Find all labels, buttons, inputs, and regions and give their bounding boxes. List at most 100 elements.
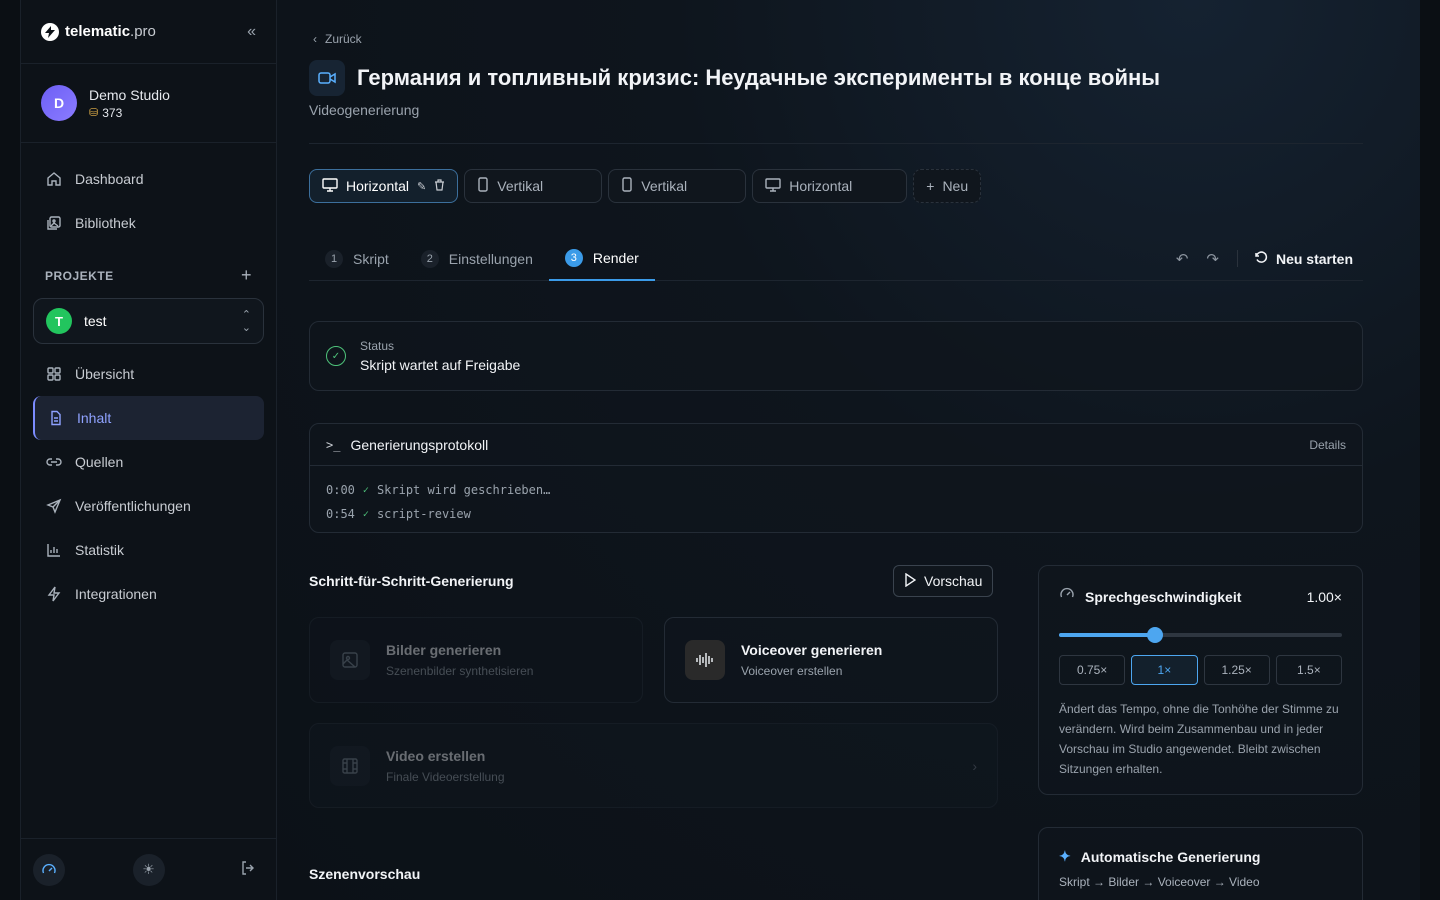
format-tabs: Horizontal ✎ Vertikal Vertikal Horizonta… [309, 169, 982, 203]
log-details-link[interactable]: Details [1309, 438, 1346, 452]
theme-toggle-sun-icon[interactable]: ☀ [132, 853, 165, 886]
brand-logo[interactable]: telematic .pro [41, 22, 156, 41]
restart-button[interactable]: Neu starten [1236, 250, 1353, 267]
header-divider [309, 143, 1363, 144]
sidebar-item-statistik[interactable]: Statistik [33, 528, 264, 572]
plus-icon: + [926, 178, 935, 194]
speed-description: Ändert das Tempo, ohne die Tonhöhe der S… [1059, 702, 1339, 776]
send-icon [45, 497, 63, 515]
chevron-left-icon: ‹ [313, 32, 317, 46]
status-value: Skript wartet auf Freigabe [360, 357, 521, 373]
step-number: 2 [420, 249, 439, 268]
studio-switcher[interactable]: D Demo Studio ⛁ 373 [21, 64, 276, 143]
logout-icon[interactable] [232, 860, 264, 879]
format-tab-vertikal-1[interactable]: Vertikal [464, 169, 603, 203]
phone-icon [621, 177, 633, 195]
auto-generation-card[interactable]: ✦ Automatische Generierung Skript → Bild… [1038, 827, 1363, 900]
speed-options: 0.75× 1× 1.25× 1.5× [1059, 655, 1342, 685]
sidebar-item-label: Quellen [75, 454, 124, 470]
redo-icon[interactable]: ↷ [1206, 250, 1219, 268]
projects-label: PROJEKTE [45, 268, 114, 283]
back-link[interactable]: ‹ Zurück [313, 32, 362, 46]
project-name: test [84, 313, 107, 329]
speed-option-1[interactable]: 1× [1131, 655, 1198, 685]
chevron-right-icon: › [972, 757, 977, 774]
slider-thumb[interactable] [1147, 627, 1164, 643]
create-video-card[interactable]: Video erstellen Finale Videoerstellung › [309, 723, 998, 808]
auto-sub: Skript → Bilder → Voiceover → Video [1059, 875, 1260, 889]
sidebar-item-bibliothek[interactable]: Bibliothek [33, 201, 264, 245]
tab-skript[interactable]: 1 Skript [309, 237, 405, 281]
generate-images-card[interactable]: Bilder generieren Szenenbilder synthetis… [309, 617, 643, 703]
add-format-button[interactable]: + Neu [913, 169, 982, 203]
credits-count: 373 [102, 105, 123, 120]
format-label: Vertikal [497, 178, 544, 194]
monitor-icon [765, 177, 781, 195]
speed-option-125[interactable]: 1.25× [1203, 655, 1270, 685]
speed-slider[interactable] [1059, 627, 1342, 643]
sidebar-item-integrationen[interactable]: Integrationen [33, 572, 264, 616]
terminal-icon: >_ [326, 437, 341, 452]
window-edge-right [1420, 0, 1440, 900]
sidebar-item-uebersicht[interactable]: Übersicht [33, 352, 264, 396]
sidebar-item-quellen[interactable]: Quellen [33, 440, 264, 484]
sidebar-item-label: Integrationen [75, 586, 157, 602]
collapse-sidebar-icon[interactable]: « [247, 23, 256, 41]
back-label: Zurück [325, 32, 362, 46]
preview-button[interactable]: Vorschau [893, 565, 994, 597]
format-tab-horizontal-2[interactable]: Horizontal [752, 169, 908, 203]
image-icon [330, 640, 370, 680]
trash-icon[interactable] [434, 178, 445, 194]
gen-sub: Finale Videoerstellung [386, 769, 505, 784]
sparkles-icon: ✦ [1059, 848, 1071, 864]
sidebar-item-inhalt[interactable]: Inhalt [33, 396, 264, 440]
bolt-logo-icon [41, 22, 59, 41]
speed-option-075[interactable]: 0.75× [1059, 655, 1126, 685]
step-label: Render [592, 249, 639, 266]
sidebar-item-veroeffentlichungen[interactable]: Veröffentlichungen [33, 484, 264, 528]
link-icon [45, 453, 63, 471]
logo-row: telematic .pro « [21, 0, 276, 64]
grid-icon [45, 365, 63, 383]
format-tab-vertikal-2[interactable]: Vertikal [608, 169, 747, 203]
format-label: Horizontal [789, 178, 853, 194]
project-select[interactable]: T test ⌃ ⌄ [33, 298, 264, 344]
check-icon: ✓ [362, 508, 369, 520]
monitor-icon [322, 177, 338, 195]
gen-title: Voiceover generieren [741, 642, 883, 658]
library-icon [45, 214, 63, 232]
project-avatar: T [46, 308, 72, 334]
log-text: Skript wird geschrieben… [376, 483, 551, 497]
undo-icon[interactable]: ↶ [1176, 250, 1189, 268]
tab-einstellungen[interactable]: 2 Einstellungen [405, 237, 549, 281]
projects-section-label: PROJEKTE + [33, 245, 264, 292]
add-project-icon[interactable]: + [241, 265, 252, 286]
speed-option-15[interactable]: 1.5× [1275, 655, 1342, 685]
studio-name: Demo Studio [89, 86, 170, 103]
restart-label: Neu starten [1275, 250, 1353, 267]
log-line: 0:54 ✓ script-review [326, 502, 1346, 526]
check-circle-icon: ✓ [326, 346, 346, 366]
format-tab-horizontal-1[interactable]: Horizontal ✎ [309, 169, 459, 203]
title-row: Германия и топливный кризис: Неудачные э… [309, 60, 1160, 96]
play-icon [904, 572, 917, 590]
step-actions: ↶ ↷ Neu starten [1176, 250, 1363, 268]
chevron-updown-icon: ⌃ ⌄ [241, 309, 251, 334]
video-camera-icon [309, 60, 345, 96]
home-icon [45, 170, 63, 188]
sidebar-item-dashboard[interactable]: Dashboard [33, 157, 264, 201]
log-lines: 0:00 ✓ Skript wird geschrieben… 0:54 ✓ s… [310, 466, 1362, 538]
gauge-icon[interactable] [33, 853, 65, 886]
gauge-icon [1059, 586, 1075, 607]
window-edge-left [0, 0, 20, 900]
step-tabs: 1 Skript 2 Einstellungen 3 Render ↶ ↷ Ne… [309, 237, 1363, 281]
speed-value: 1.00× [1306, 588, 1342, 605]
page-title: Германия и топливный кризис: Неудачные э… [357, 65, 1161, 90]
edit-pencil-icon[interactable]: ✎ [417, 180, 426, 193]
gen-title: Video erstellen [386, 747, 486, 764]
tab-render[interactable]: 3 Render [548, 237, 655, 281]
log-header[interactable]: >_ Generierungsprotokoll Details [310, 424, 1362, 466]
step-label: Skript [353, 250, 389, 267]
slider-fill [1059, 633, 1156, 637]
generate-voiceover-card[interactable]: Voiceover generieren Voiceover erstellen [664, 617, 998, 703]
